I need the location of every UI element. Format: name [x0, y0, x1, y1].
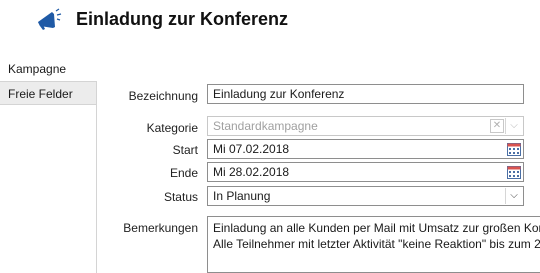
memo-line: Alle Teilnehmer mit letzter Aktivität "k… [213, 237, 540, 251]
sidebar-item-freie-felder[interactable]: Freie Felder [0, 81, 96, 105]
bezeichnung-label: Bezeichnung [128, 89, 198, 103]
clear-icon[interactable]: ✕ [490, 119, 504, 133]
sidebar-item-label: Kampagne [8, 62, 67, 76]
kategorie-label: Kategorie [146, 121, 198, 135]
start-date-field[interactable]: Mi 07.02.2018 [207, 139, 524, 159]
bemerkungen-label: Bemerkungen [123, 221, 198, 235]
header: Einladung zur Konferenz [0, 0, 540, 44]
ende-value: Mi 28.02.2018 [213, 165, 290, 179]
sidebar-item-label: Freie Felder [8, 87, 73, 101]
status-value: In Planung [213, 189, 271, 203]
bemerkungen-textarea[interactable]: Einladung an alle Kunden per Mail mit Um… [207, 216, 540, 273]
ende-label: Ende [169, 166, 198, 180]
status-label: Status [163, 190, 198, 204]
chevron-down-icon[interactable]: ⌵ [505, 118, 522, 134]
status-select[interactable]: In Planung ⌵ [207, 186, 524, 206]
bezeichnung-value: Einladung zur Konferenz [213, 87, 345, 101]
start-label: Start [172, 143, 198, 157]
calendar-icon[interactable] [507, 142, 521, 156]
calendar-icon[interactable] [507, 165, 521, 179]
megaphone-icon [38, 8, 62, 30]
page-title: Einladung zur Konferenz [76, 9, 289, 29]
memo-line: Einladung an alle Kunden per Mail mit Um… [213, 221, 540, 235]
kategorie-value: Standardkampagne [213, 119, 318, 133]
kategorie-select[interactable]: Standardkampagne ✕ ⌵ [207, 116, 524, 136]
start-value: Mi 07.02.2018 [213, 142, 290, 156]
sidebar-item-kampagne[interactable]: Kampagne [0, 57, 96, 81]
sidebar: Kampagne Freie Felder [0, 57, 97, 273]
divider [96, 81, 97, 273]
bezeichnung-field[interactable]: Einladung zur Konferenz [207, 84, 524, 104]
chevron-down-icon[interactable]: ⌵ [505, 188, 522, 204]
end-date-field[interactable]: Mi 28.02.2018 [207, 162, 524, 182]
